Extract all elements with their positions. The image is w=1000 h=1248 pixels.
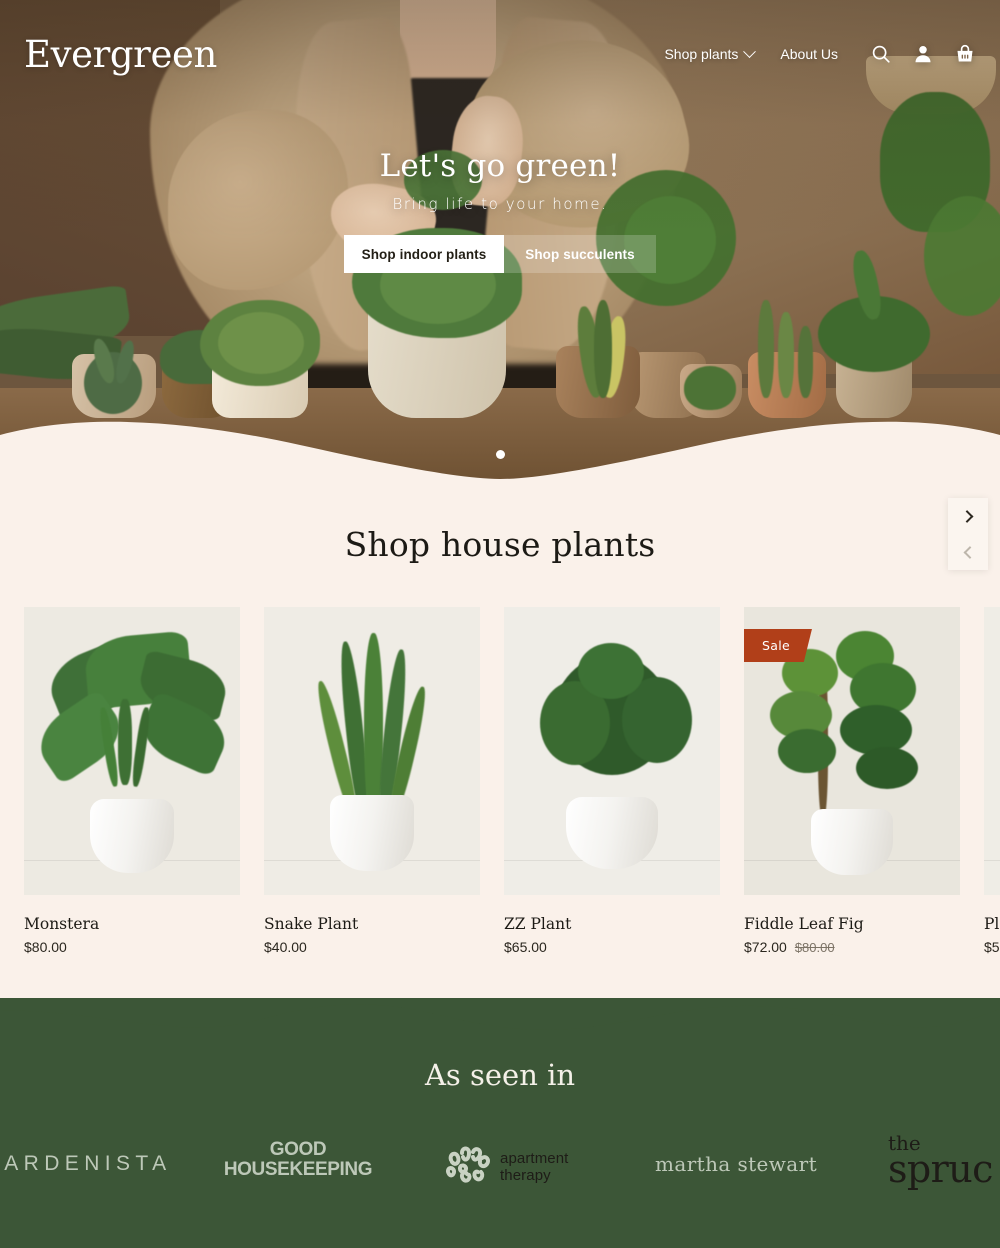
carousel-prev-button[interactable] xyxy=(948,534,988,570)
hero-subtitle: Bring life to your home. xyxy=(392,195,608,213)
product-card[interactable]: Snake Plant $40.00 xyxy=(264,607,480,955)
press-logo-martha-stewart: martha stewart xyxy=(655,1152,818,1176)
nav-item-shop-plants[interactable]: Shop plants xyxy=(664,44,757,62)
gh-line1: GOOD xyxy=(269,1139,327,1160)
product-price: $72.00 $80.00 xyxy=(744,939,960,955)
carousel-next-button[interactable] xyxy=(948,498,988,534)
nav-label-about-us: About Us xyxy=(780,46,838,62)
nav-item-about-us[interactable]: About Us xyxy=(780,46,838,62)
gh-line2: HOUSEKEEPING xyxy=(223,1159,373,1181)
product-name: Pl xyxy=(984,915,1000,933)
price-current: $72.00 xyxy=(744,939,787,955)
press-logo-good-housekeeping: GOOD HOUSEKEEPING xyxy=(222,1139,374,1181)
price-current: $65.00 xyxy=(504,939,547,955)
at-line2: therapy xyxy=(500,1166,551,1184)
main-navigation: Shop plants About Us xyxy=(664,43,976,65)
status-badge: Sale xyxy=(744,629,812,662)
price-current: $40.00 xyxy=(264,939,307,955)
nav-label-shop-plants: Shop plants xyxy=(664,46,739,62)
hero-copy: Let's go green! Bring life to your home.… xyxy=(0,148,1000,273)
product-name: Snake Plant xyxy=(264,915,359,933)
site-logo[interactable]: Evergreen xyxy=(24,36,217,73)
at-line1: apartment xyxy=(500,1149,569,1167)
shop-indoor-plants-button[interactable]: Shop indoor plants xyxy=(344,235,504,273)
shop-house-plants-section: Shop house plants Monstera $80.00 Snake … xyxy=(0,480,1000,1000)
product-image xyxy=(24,607,240,895)
shop-succulents-button[interactable]: Shop succulents xyxy=(504,235,656,273)
chevron-left-icon xyxy=(963,545,976,559)
apartment-therapy-squiggle-icon xyxy=(443,1144,491,1191)
product-card[interactable]: Monstera $80.00 xyxy=(24,607,240,955)
as-seen-in-section: As seen in GARDENISTA GOOD HOUSEKEEPING … xyxy=(0,998,1000,1248)
product-price: $40.00 xyxy=(264,939,480,955)
price-current: $5 xyxy=(984,939,1000,955)
product-card[interactable]: Pl $5 xyxy=(984,607,1000,955)
apartment-therapy-wordmark: apartment therapy xyxy=(500,1149,569,1185)
press-logo-apartment-therapy: apartment therapy xyxy=(443,1144,568,1191)
product-image xyxy=(984,607,1000,895)
price-compare-at: $80.00 xyxy=(794,939,835,955)
product-image xyxy=(504,607,720,895)
product-name: Fiddle Leaf Fig xyxy=(744,915,864,933)
product-price: $80.00 xyxy=(24,939,240,955)
green-wave-divider xyxy=(0,997,1000,1059)
product-carousel: Monstera $80.00 Snake Plant $40.00 ZZ Pl… xyxy=(24,607,1000,955)
homepage: Evergreen Shop plants About Us Let's go … xyxy=(0,0,1000,1248)
product-card[interactable]: Sale Fiddle Leaf Fig $72.00 $80.00 xyxy=(744,607,960,955)
section-title: Shop house plants xyxy=(344,525,656,564)
product-card[interactable]: ZZ Plant $65.00 xyxy=(504,607,720,955)
search-icon[interactable] xyxy=(870,43,892,65)
carousel-navigation xyxy=(948,498,988,570)
press-logo-the-spruce: the spruc xyxy=(888,1133,993,1192)
product-image xyxy=(264,607,480,895)
carousel-dots xyxy=(0,446,1000,464)
site-header: Evergreen Shop plants About Us xyxy=(0,0,1000,108)
price-current: $80.00 xyxy=(24,939,67,955)
spruce-line2: spruc xyxy=(888,1147,993,1192)
hero-title: Let's go green! xyxy=(379,148,621,184)
product-name: ZZ Plant xyxy=(504,915,572,933)
hero-button-group: Shop indoor plants Shop succulents xyxy=(0,235,1000,273)
account-icon[interactable] xyxy=(912,43,934,65)
press-logo-row: GARDENISTA GOOD HOUSEKEEPING apartment t… xyxy=(0,1126,1000,1216)
product-name: Monstera xyxy=(24,915,100,933)
header-icon-group xyxy=(870,43,976,65)
chevron-right-icon xyxy=(960,509,973,523)
press-title: As seen in xyxy=(424,1058,576,1092)
product-price: $5 xyxy=(984,939,1000,955)
chevron-down-icon xyxy=(743,44,757,58)
product-price: $65.00 xyxy=(504,939,720,955)
carousel-dot-1[interactable] xyxy=(495,450,505,459)
press-logo-gardenista: GARDENISTA xyxy=(0,1152,172,1175)
cart-icon[interactable] xyxy=(954,43,976,65)
